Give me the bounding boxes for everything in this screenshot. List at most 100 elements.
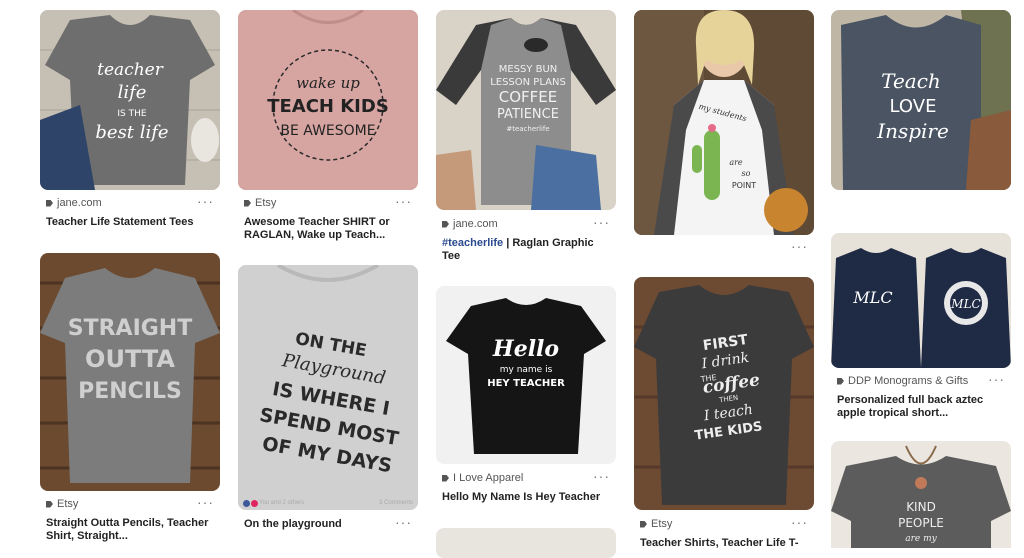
tag-icon [442, 474, 449, 482]
more-options-icon[interactable]: ··· [197, 494, 214, 510]
pin-source-label: Etsy [651, 518, 673, 530]
pin-image[interactable]: my students are so POINT [634, 10, 814, 235]
pin-meta: Etsy ··· [634, 514, 814, 536]
pin-source[interactable]: I Love Apparel [442, 472, 523, 484]
shirt-text: MLC [852, 288, 892, 307]
more-options-icon[interactable]: ··· [395, 514, 412, 530]
straight-outta-pencils-shirt-image: STRAIGHT OUTTA PENCILS [40, 253, 220, 491]
tag-icon [640, 520, 647, 528]
pin-image[interactable]: MESSY BUN LESSON PLANS COFFEE PATIENCE #… [436, 10, 616, 210]
pin-image[interactable]: STRAIGHT OUTTA PENCILS [40, 253, 220, 491]
shirt-text: TEACH KIDS [267, 96, 389, 117]
shirt-text: MLC [950, 297, 980, 311]
shirt-text: are [729, 158, 743, 167]
pin-source-label: jane.com [453, 218, 498, 230]
pin-title[interactable]: Awesome Teacher SHIRT or RAGLAN, Wake up… [244, 216, 414, 242]
shirt-text: LOVE [890, 96, 937, 117]
tag-icon [442, 220, 449, 228]
more-options-icon[interactable]: ··· [593, 468, 610, 484]
pin-source[interactable]: jane.com [46, 197, 102, 209]
pin-image[interactable]: ON THE Playground IS WHERE I SPEND MOST … [238, 265, 418, 510]
more-options-icon[interactable]: ··· [395, 193, 412, 209]
pin-meta: DDP Monograms & Gifts ··· [831, 371, 1011, 393]
pin-title[interactable]: #teacherlife | Raglan Graphic Tee [442, 237, 612, 263]
shirt-text: PEOPLE [898, 516, 944, 530]
pin-image[interactable]: Hello my name is HEY TEACHER [436, 286, 616, 464]
heart-icon [251, 499, 258, 507]
pin-source-label: Etsy [57, 498, 79, 510]
pin-title[interactable]: Teacher Shirts, Teacher Life T- [640, 537, 810, 550]
pin-source-label: Etsy [255, 197, 277, 209]
pin-title[interactable]: Straight Outta Pencils, Teacher Shirt, S… [46, 517, 216, 543]
pin-source[interactable]: Etsy [244, 197, 276, 209]
comments-count: 3 Comments [378, 500, 413, 506]
monogram-apple-shirts-image: MLC MLC [831, 233, 1011, 368]
pin-image[interactable] [436, 528, 616, 558]
pin-image[interactable]: FIRST I drink THE coffee THEN I teach TH… [634, 277, 814, 510]
first-i-drink-coffee-shirt-image: FIRST I drink THE coffee THEN I teach TH… [634, 277, 814, 510]
more-options-icon[interactable]: ··· [988, 371, 1005, 387]
pin-image[interactable]: wake up TEACH KIDS BE AWESOME [238, 10, 418, 190]
shirt-text: Hello [492, 336, 559, 362]
pin-image[interactable]: MLC MLC [831, 233, 1011, 368]
pin-meta: jane.com ··· [40, 193, 220, 215]
shirt-text: PENCILS [78, 379, 182, 404]
pin-reactions-strip: You and 2 others 3 Comments [238, 496, 418, 510]
pin-image[interactable]: KIND PEOPLE are my [831, 441, 1011, 548]
on-the-playground-shirt-image: ON THE Playground IS WHERE I SPEND MOST … [238, 265, 418, 510]
pin-meta: I Love Apparel ··· [436, 468, 616, 490]
tag-icon [837, 377, 844, 385]
pin-image[interactable]: Teach LOVE Inspire [831, 10, 1011, 190]
pin-title[interactable]: Teacher Life Statement Tees [46, 216, 216, 229]
more-options-icon[interactable]: ··· [791, 238, 808, 254]
shirt-text: #teacherlife [506, 125, 549, 133]
pin-meta: ··· [238, 514, 418, 536]
shirt-text: PATIENCE [497, 107, 559, 122]
shirt-text: so [742, 169, 751, 178]
teach-love-inspire-shirt-image: Teach LOVE Inspire [831, 10, 1011, 190]
gray-vneck-shirt-image: teacher life IS THE best life [40, 10, 220, 190]
shirt-text: Inspire [876, 119, 949, 143]
more-options-icon[interactable]: ··· [791, 514, 808, 530]
shirt-text: BE AWESOME [280, 123, 375, 139]
pin-meta: Etsy ··· [238, 193, 418, 215]
like-icon [243, 499, 250, 507]
tag-icon [244, 199, 251, 207]
hello-hey-teacher-shirt-image: Hello my name is HEY TEACHER [436, 286, 616, 464]
more-options-icon[interactable]: ··· [197, 193, 214, 209]
shirt-text: wake up [296, 74, 360, 92]
pin-source-label: jane.com [57, 197, 102, 209]
shirt-text: MESSY BUN [499, 64, 558, 75]
hashtag-link[interactable]: #teacherlife [442, 237, 503, 249]
shirt-text: HEY TEACHER [487, 378, 565, 389]
shirt-text: STRAIGHT [68, 316, 192, 341]
kind-people-shirt-image: KIND PEOPLE are my [831, 441, 1011, 548]
shirt-text: POINT [732, 181, 756, 190]
pin-source[interactable]: Etsy [46, 498, 78, 510]
pin-title[interactable]: Hello My Name Is Hey Teacher [442, 491, 612, 504]
more-options-icon[interactable]: ··· [593, 214, 610, 230]
pin-source-label: DDP Monograms & Gifts [848, 375, 969, 387]
shirt-text: LESSON PLANS [490, 77, 566, 88]
pin-image[interactable]: teacher life IS THE best life [40, 10, 220, 190]
shirt-text: best life [95, 122, 168, 143]
shirt-text: KIND [906, 500, 936, 514]
shirt-text: Teach [881, 69, 941, 93]
pin-source[interactable]: jane.com [442, 218, 498, 230]
cactus-raglan-photo-image: my students are so POINT [634, 10, 814, 235]
pin-source-label: I Love Apparel [453, 472, 524, 484]
shirt-text: OUTTA [85, 345, 175, 373]
shirt-text: my name is [500, 365, 553, 375]
pink-wake-up-shirt-image: wake up TEACH KIDS BE AWESOME [238, 10, 418, 190]
pin-title[interactable]: Personalized full back aztec apple tropi… [837, 394, 1007, 420]
pin-meta: ··· [634, 238, 814, 260]
pin-meta: Etsy ··· [40, 494, 220, 516]
tag-icon [46, 500, 53, 508]
pin-source[interactable]: DDP Monograms & Gifts [837, 375, 968, 387]
pin-source[interactable]: Etsy [640, 518, 672, 530]
shirt-text: life [118, 82, 147, 103]
reactions-text: You and 2 others [259, 500, 305, 506]
shirt-text: teacher [97, 60, 164, 80]
shirt-text: COFFEE [499, 88, 558, 106]
shirt-text: IS THE [117, 109, 146, 119]
